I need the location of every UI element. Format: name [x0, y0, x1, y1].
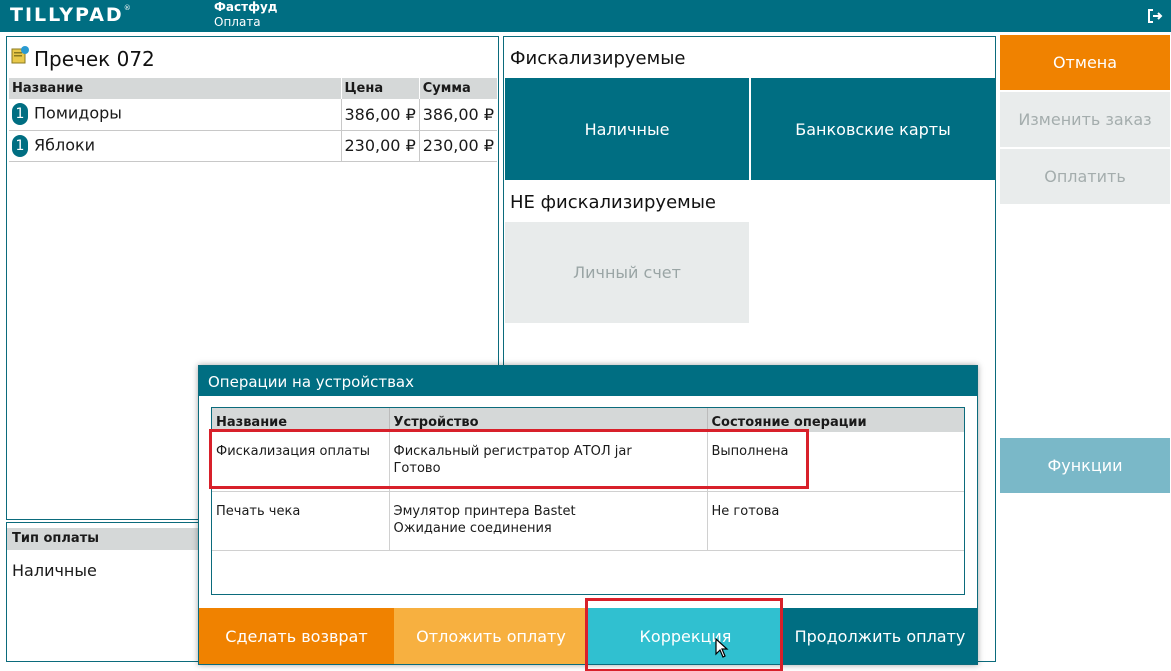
subsection-title: Оплата [214, 15, 261, 29]
payment-type-value: Наличные [12, 561, 97, 580]
return-button[interactable]: Сделать возврат [199, 608, 394, 664]
table-row[interactable]: 1 Помидоры 386,00 ₽ 386,00 ₽ [9, 99, 497, 131]
cancel-button[interactable]: Отмена [1000, 35, 1170, 90]
device-operations-dialog: Операции на устройствах Название Устройс… [198, 365, 978, 671]
personal-account-button[interactable]: Личный счет [505, 222, 749, 323]
highlight-frame-correction [585, 598, 783, 671]
table-row[interactable]: 1 Яблоки 230,00 ₽ 230,00 ₽ [9, 130, 497, 162]
item-name-cell: 1 Помидоры [9, 99, 342, 131]
fiscal-section-title: Фискализируемые [510, 48, 686, 69]
exit-icon[interactable] [1147, 8, 1163, 24]
item-sum: 230,00 ₽ [419, 130, 497, 162]
receipt-title: Пречек 072 [34, 47, 155, 71]
operation-name: Печать чека [212, 491, 390, 551]
pay-button[interactable]: Оплатить [1000, 149, 1170, 204]
cash-button[interactable]: Наличные [505, 78, 749, 180]
quantity-badge: 1 [12, 103, 28, 126]
section-title: Фастфуд [214, 0, 278, 14]
column-name-header: Название [9, 78, 342, 99]
postpone-payment-button[interactable]: Отложить оплату [394, 608, 588, 664]
quantity-badge: 1 [12, 134, 28, 157]
table-row[interactable]: Печать чека Эмулятор принтера Bastet Ожид… [212, 491, 964, 551]
functions-button[interactable]: Функции [1000, 438, 1170, 493]
change-order-button[interactable]: Изменить заказ [1000, 92, 1170, 147]
device-cell: Эмулятор принтера Bastet Ожидание соедине… [389, 491, 708, 551]
device-status: Ожидание соединения [393, 520, 552, 536]
order-table: Название Цена Сумма 1 Помидоры 386,00 ₽ 3… [9, 78, 497, 162]
mouse-cursor-icon [715, 638, 729, 658]
device-name: Эмулятор принтера Bastet [393, 503, 576, 519]
column-price-header: Цена [341, 78, 420, 99]
item-name: Помидоры [34, 103, 122, 123]
receipt-icon [11, 46, 29, 64]
highlight-frame-fiscal-row [209, 429, 809, 489]
item-name: Яблоки [34, 135, 96, 154]
nonfiscal-section-title: НЕ фискализируемые [510, 192, 717, 213]
column-sum-header: Сумма [419, 78, 497, 99]
app-logo: TILLYPAD® [10, 4, 131, 26]
item-name-cell: 1 Яблоки [9, 130, 342, 162]
item-price: 386,00 ₽ [341, 99, 420, 131]
item-sum: 386,00 ₽ [419, 99, 497, 131]
continue-payment-button[interactable]: Продолжить оплату [783, 608, 977, 664]
top-bar: TILLYPAD® Фастфуд Оплата [0, 0, 1171, 32]
bank-cards-button[interactable]: Банковские карты [751, 78, 995, 180]
operation-state: Не готова [707, 491, 964, 551]
dialog-title: Операции на устройствах [199, 366, 977, 396]
item-price: 230,00 ₽ [341, 130, 420, 162]
